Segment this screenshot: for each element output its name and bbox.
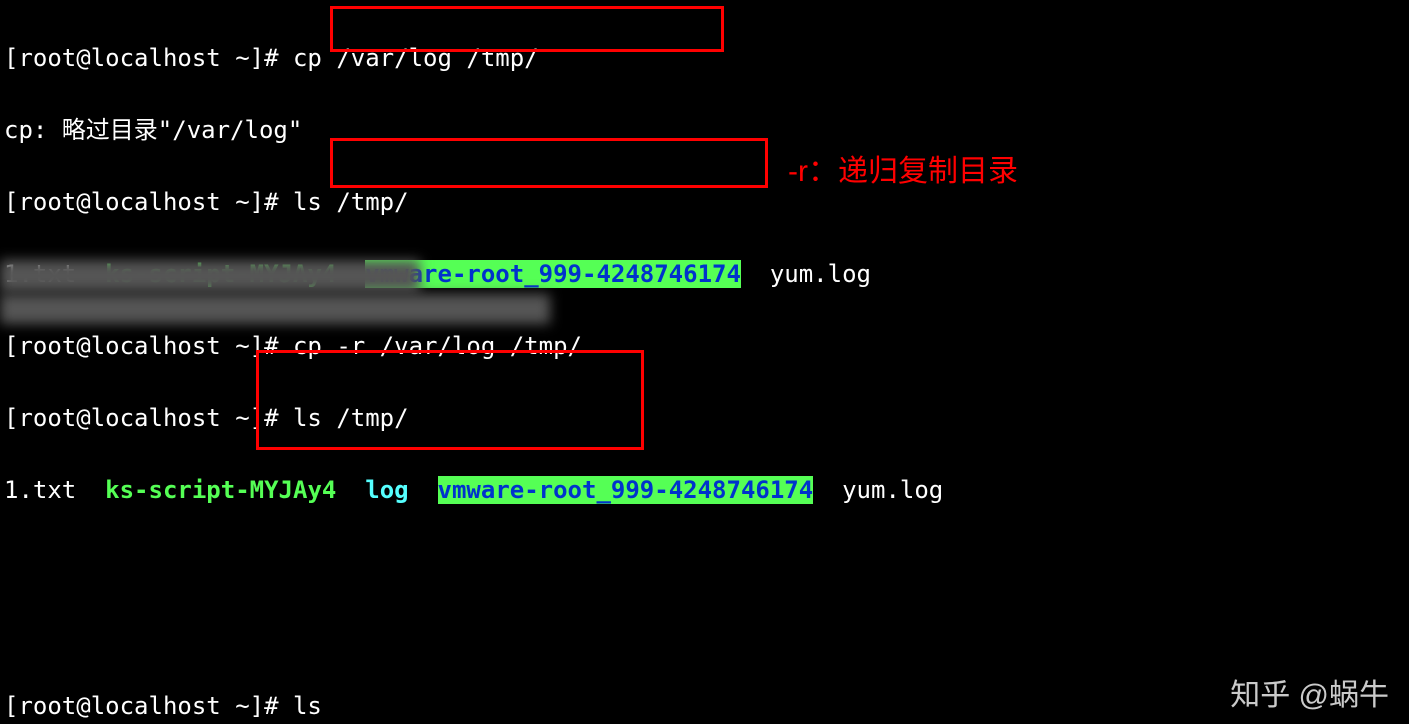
line-1: [root@localhost ~]# cp /var/log /tmp/ xyxy=(4,40,1409,76)
prompt: [root@localhost ~]# xyxy=(4,44,293,72)
line-9-blurred xyxy=(4,616,1409,652)
dir-log: log xyxy=(365,476,408,504)
prompt: [root@localhost ~]# xyxy=(4,692,293,720)
watermark: 知乎 @蜗牛 xyxy=(1230,678,1389,714)
line-7: 1.txt ks-script-MYJAy4 log vmware-root_9… xyxy=(4,472,1409,508)
file-ks-script: ks-script-MYJAy4 xyxy=(105,260,336,288)
cmd-cp: cp /var/log /tmp/ xyxy=(293,44,539,72)
terminal[interactable]: [root@localhost ~]# cp /var/log /tmp/ cp… xyxy=(0,0,1409,724)
blurred-region-2 xyxy=(0,294,550,324)
cmd-cp-r: cp -r /var/log /tmp/ xyxy=(293,332,582,360)
line-6: [root@localhost ~]# ls /tmp/ xyxy=(4,400,1409,436)
cmd-ls-tmp-2: ls /tmp/ xyxy=(293,404,409,432)
prompt: [root@localhost ~]# xyxy=(4,332,293,360)
dir-vmware-root: vmware-root_999-4248746174 xyxy=(438,476,814,504)
dir-vmware-root: vmware-root_999-4248746174 xyxy=(365,260,741,288)
annotation-text: -r：递归复制目录 xyxy=(788,154,1018,190)
line-5: [root@localhost ~]# cp -r /var/log /tmp/ xyxy=(4,328,1409,364)
line-4: 1.txt ks-script-MYJAy4 vmware-root_999-4… xyxy=(4,256,1409,292)
cmd-ls: ls xyxy=(293,692,322,720)
line-2: cp: 略过目录"/var/log" xyxy=(4,112,1409,148)
line-3: [root@localhost ~]# ls /tmp/ xyxy=(4,184,1409,220)
line-10: [root@localhost ~]# ls xyxy=(4,688,1409,724)
prompt: [root@localhost ~]# xyxy=(4,404,293,432)
prompt: [root@localhost ~]# xyxy=(4,188,293,216)
line-8-blurred xyxy=(4,544,1409,580)
cmd-ls-tmp: ls /tmp/ xyxy=(293,188,409,216)
file-ks-script: ks-script-MYJAy4 xyxy=(105,476,336,504)
